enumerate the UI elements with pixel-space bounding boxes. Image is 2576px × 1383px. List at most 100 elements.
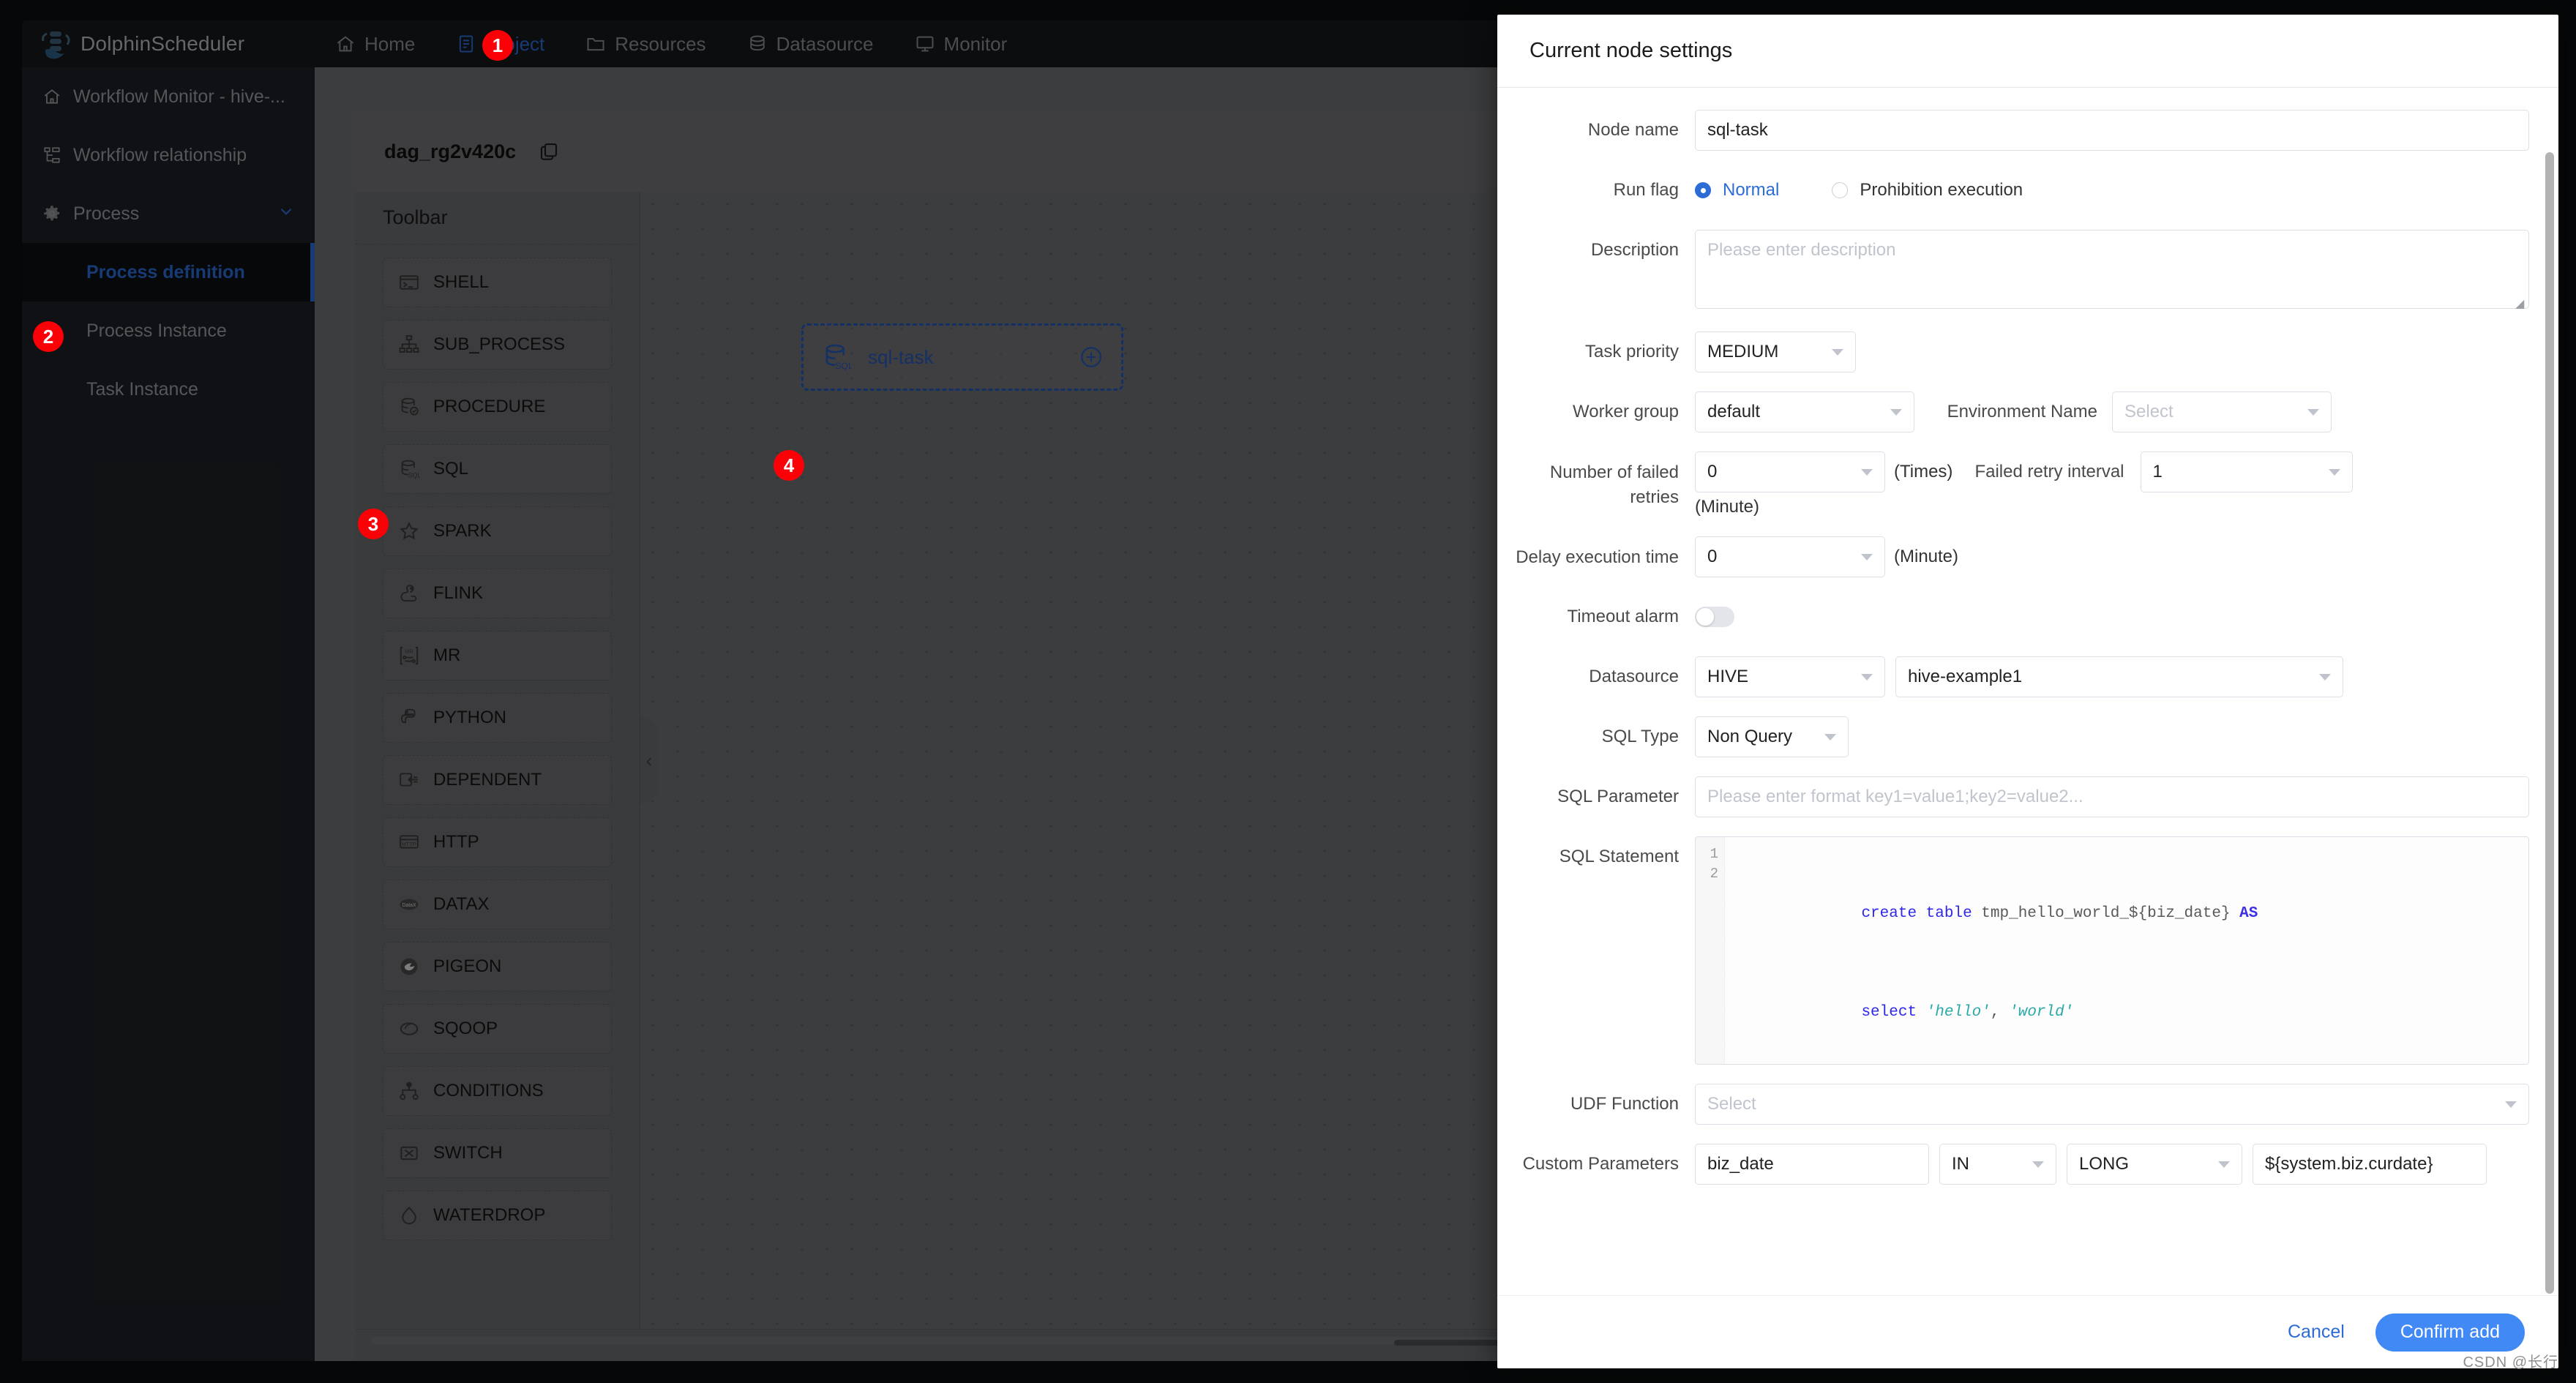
- copy-icon[interactable]: [538, 140, 560, 162]
- label-worker-group: Worker group: [1497, 391, 1695, 432]
- label-udf-function: UDF Function: [1497, 1084, 1695, 1125]
- toolbar-item-procedure[interactable]: PROCEDURE: [383, 382, 612, 432]
- toolbar-label: WATERDROP: [433, 1205, 545, 1226]
- toolbar-label: PYTHON: [433, 708, 506, 728]
- sql-statement-editor[interactable]: 1 2 create table tmp_hello_world_${biz_d…: [1695, 836, 2529, 1065]
- radio-prohibition-execution[interactable]: [1832, 182, 1848, 198]
- toolbar-item-switch[interactable]: SWITCH: [383, 1128, 612, 1178]
- failed-retries-select[interactable]: 0: [1695, 451, 1885, 492]
- nav-items: Home Project Resources: [315, 20, 1027, 67]
- sidebar-item-workflow-relationship[interactable]: Workflow relationship: [22, 126, 315, 184]
- sidebar-label-workflow-relationship: Workflow relationship: [73, 145, 247, 166]
- sidebar-item-process[interactable]: Process: [22, 184, 315, 243]
- toolbar-item-dependent[interactable]: DEPENDENT: [383, 755, 612, 805]
- sidebar-item-process-instance[interactable]: Process Instance: [22, 301, 315, 360]
- toolbar-item-shell[interactable]: SHELL: [383, 258, 612, 307]
- failed-retry-interval-select[interactable]: 1: [2141, 451, 2353, 492]
- cancel-button[interactable]: Cancel: [2283, 1321, 2349, 1343]
- field-row-run-flag: Run flag Normal Prohibition execution: [1497, 170, 2529, 211]
- sql-type-value: Non Query: [1707, 727, 1792, 747]
- label-datasource: Datasource: [1497, 656, 1695, 697]
- sidebar-item-workflow-monitor[interactable]: Workflow Monitor - hive-...: [22, 67, 315, 126]
- toolbar-item-conditions[interactable]: CONDITIONS: [383, 1066, 612, 1116]
- toolbar-item-mr[interactable]: MR MR: [383, 631, 612, 681]
- svg-text:SQL: SQL: [835, 361, 852, 371]
- dialog-scrollbar-thumb[interactable]: [2545, 152, 2554, 1294]
- datasource-instance-select[interactable]: hive-example1: [1895, 656, 2343, 697]
- node-name-input[interactable]: [1695, 110, 2529, 151]
- toolbar-item-sqoop[interactable]: SQOOP: [383, 1004, 612, 1054]
- toolbar-label: DATAX: [433, 894, 489, 915]
- toolbar-item-python[interactable]: PYTHON: [383, 693, 612, 743]
- toolbar-item-waterdrop[interactable]: WATERDROP: [383, 1191, 612, 1240]
- custom-parameter-name-input[interactable]: [1695, 1144, 1929, 1185]
- sqoop-icon: [398, 1018, 420, 1040]
- worker-group-select[interactable]: default: [1695, 391, 1914, 432]
- label-sql-statement: SQL Statement: [1497, 836, 1695, 877]
- editor-line-numbers: 1 2: [1696, 837, 1725, 1064]
- label-task-priority: Task priority: [1497, 331, 1695, 372]
- toolbar-label: SQOOP: [433, 1019, 498, 1039]
- dag-node-label: sql-task: [868, 346, 934, 369]
- toolbar-item-list: SHELL SUB_PROCESS: [355, 244, 640, 1240]
- nav-item-datasource[interactable]: Datasource: [727, 20, 894, 67]
- radio-normal[interactable]: [1695, 182, 1711, 198]
- chevron-left-icon: ‹: [646, 749, 653, 772]
- field-row-timeout-alarm: Timeout alarm: [1497, 596, 2529, 637]
- field-row-task-priority: Task priority MEDIUM: [1497, 331, 2529, 372]
- custom-parameter-direction-select[interactable]: IN: [1939, 1144, 2056, 1185]
- confirm-add-button[interactable]: Confirm add: [2375, 1313, 2525, 1352]
- toolbar-title: Toolbar: [355, 192, 640, 244]
- sql-token: table: [1926, 905, 1972, 922]
- delay-execution-time-select[interactable]: 0: [1695, 536, 1885, 577]
- sidebar-item-task-instance[interactable]: Task Instance: [22, 360, 315, 419]
- brand-logo-area[interactable]: DolphinScheduler: [22, 28, 315, 60]
- sql-database-icon: SQL: [398, 458, 420, 480]
- toolbar-item-sql[interactable]: SQL SQL: [383, 444, 612, 494]
- toolbar-label: SHELL: [433, 272, 489, 293]
- radio-label-prohibition-execution[interactable]: Prohibition execution: [1860, 180, 2023, 200]
- environment-name-select[interactable]: Select: [2112, 391, 2332, 432]
- nav-item-monitor[interactable]: Monitor: [894, 20, 1028, 67]
- delay-execution-time-value: 0: [1707, 547, 1717, 567]
- datasource-type-select[interactable]: HIVE: [1695, 656, 1885, 697]
- toolbar-item-sub-process[interactable]: SUB_PROCESS: [383, 320, 612, 370]
- udf-function-select[interactable]: Select: [1695, 1084, 2529, 1125]
- dialog-footer: Cancel Confirm add: [1497, 1295, 2558, 1368]
- description-textarea[interactable]: [1695, 230, 2529, 309]
- nav-item-resources[interactable]: Resources: [565, 20, 726, 67]
- collapse-toolbar-handle[interactable]: ‹: [640, 716, 659, 804]
- chevron-down-icon[interactable]: [277, 202, 296, 226]
- step-badge-1: 1: [482, 30, 513, 61]
- field-row-udf-function: UDF Function Select: [1497, 1084, 2529, 1125]
- dag-node-sql-task[interactable]: SQL sql-task: [801, 323, 1123, 391]
- sidebar-label-process-instance: Process Instance: [86, 321, 227, 342]
- radio-label-normal[interactable]: Normal: [1723, 180, 1779, 200]
- toolbar-label: FLINK: [433, 583, 483, 604]
- dialog-title: Current node settings: [1497, 15, 2558, 88]
- switch-icon: [398, 1142, 420, 1164]
- field-row-sql-statement: SQL Statement 1 2 create table tmp_hello…: [1497, 836, 2529, 1065]
- task-priority-select[interactable]: MEDIUM: [1695, 331, 1856, 372]
- folder-icon: [585, 34, 606, 54]
- toolbar-item-spark[interactable]: SPARK: [383, 506, 612, 556]
- timeout-alarm-toggle[interactable]: [1695, 607, 1734, 627]
- toolbar-item-pigeon[interactable]: PIGEON: [383, 942, 612, 992]
- sidebar-item-process-definition[interactable]: Process definition: [22, 243, 315, 301]
- editor-code-area[interactable]: create table tmp_hello_world_${biz_date}…: [1725, 837, 2528, 1064]
- http-icon: HTTP: [398, 831, 420, 853]
- home-icon: [42, 87, 61, 106]
- custom-parameter-value-input[interactable]: [2253, 1144, 2487, 1185]
- custom-parameter-type-select[interactable]: LONG: [2067, 1144, 2242, 1185]
- toolbar-item-http[interactable]: HTTP HTTP: [383, 817, 612, 867]
- sql-type-select[interactable]: Non Query: [1695, 716, 1849, 757]
- plus-circle-icon[interactable]: [1079, 345, 1104, 370]
- nav-item-home[interactable]: Home: [315, 20, 435, 67]
- sql-parameter-input[interactable]: [1695, 776, 2529, 817]
- toolbar-label: DEPENDENT: [433, 770, 542, 790]
- nav-label-monitor: Monitor: [944, 33, 1008, 56]
- toolbar-item-datax[interactable]: DataX DATAX: [383, 880, 612, 929]
- dialog-scrollbar[interactable]: [2545, 94, 2554, 1295]
- toolbar-item-flink[interactable]: FLINK: [383, 569, 612, 618]
- resize-grip-icon[interactable]: ◢: [2515, 299, 2526, 310]
